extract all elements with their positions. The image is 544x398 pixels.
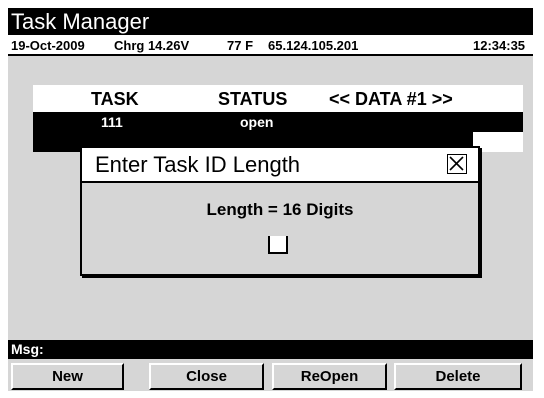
status-temperature: 77 F bbox=[227, 38, 254, 53]
close-button[interactable]: Close bbox=[149, 363, 264, 390]
status-date: 19-Oct-2009 bbox=[11, 38, 85, 53]
status-charge: Chrg 14.26V bbox=[114, 38, 190, 53]
status-time: 12:34:35 bbox=[473, 38, 526, 53]
status-bar: 19-Oct-2009 Chrg 14.26V 77 F 65.124.105.… bbox=[8, 35, 533, 56]
task-id-cell: 111 bbox=[101, 114, 123, 130]
column-header-task: TASK bbox=[91, 89, 139, 109]
dialog-title-bar: Enter Task ID Length bbox=[82, 148, 478, 183]
dialog-title: Enter Task ID Length bbox=[95, 152, 301, 177]
status-ip-address: 65.124.105.201 bbox=[268, 38, 359, 53]
delete-button[interactable]: Delete bbox=[394, 363, 522, 390]
dialog-message: Length = 16 Digits bbox=[206, 200, 354, 219]
new-button[interactable]: New bbox=[11, 363, 124, 390]
table-cell-blank bbox=[473, 132, 523, 152]
close-icon[interactable] bbox=[447, 154, 467, 174]
app-window: Task Manager 19-Oct-2009 Chrg 14.26V 77 … bbox=[8, 8, 533, 391]
button-bar: New Close ReOpen Delete bbox=[8, 359, 533, 391]
app-title: Task Manager bbox=[8, 8, 533, 35]
task-status-cell: open bbox=[240, 114, 274, 130]
table-row[interactable]: 111 open bbox=[33, 112, 523, 132]
reopen-button[interactable]: ReOpen bbox=[272, 363, 387, 390]
table-header: TASK STATUS << DATA #1 >> bbox=[33, 85, 523, 112]
task-id-length-dialog: Enter Task ID Length Length = 16 Digits bbox=[80, 146, 480, 276]
message-bar: Msg: bbox=[8, 340, 533, 359]
column-header-data[interactable]: << DATA #1 >> bbox=[329, 85, 453, 113]
column-header-status: STATUS bbox=[218, 89, 288, 109]
task-id-length-input[interactable] bbox=[268, 236, 288, 254]
